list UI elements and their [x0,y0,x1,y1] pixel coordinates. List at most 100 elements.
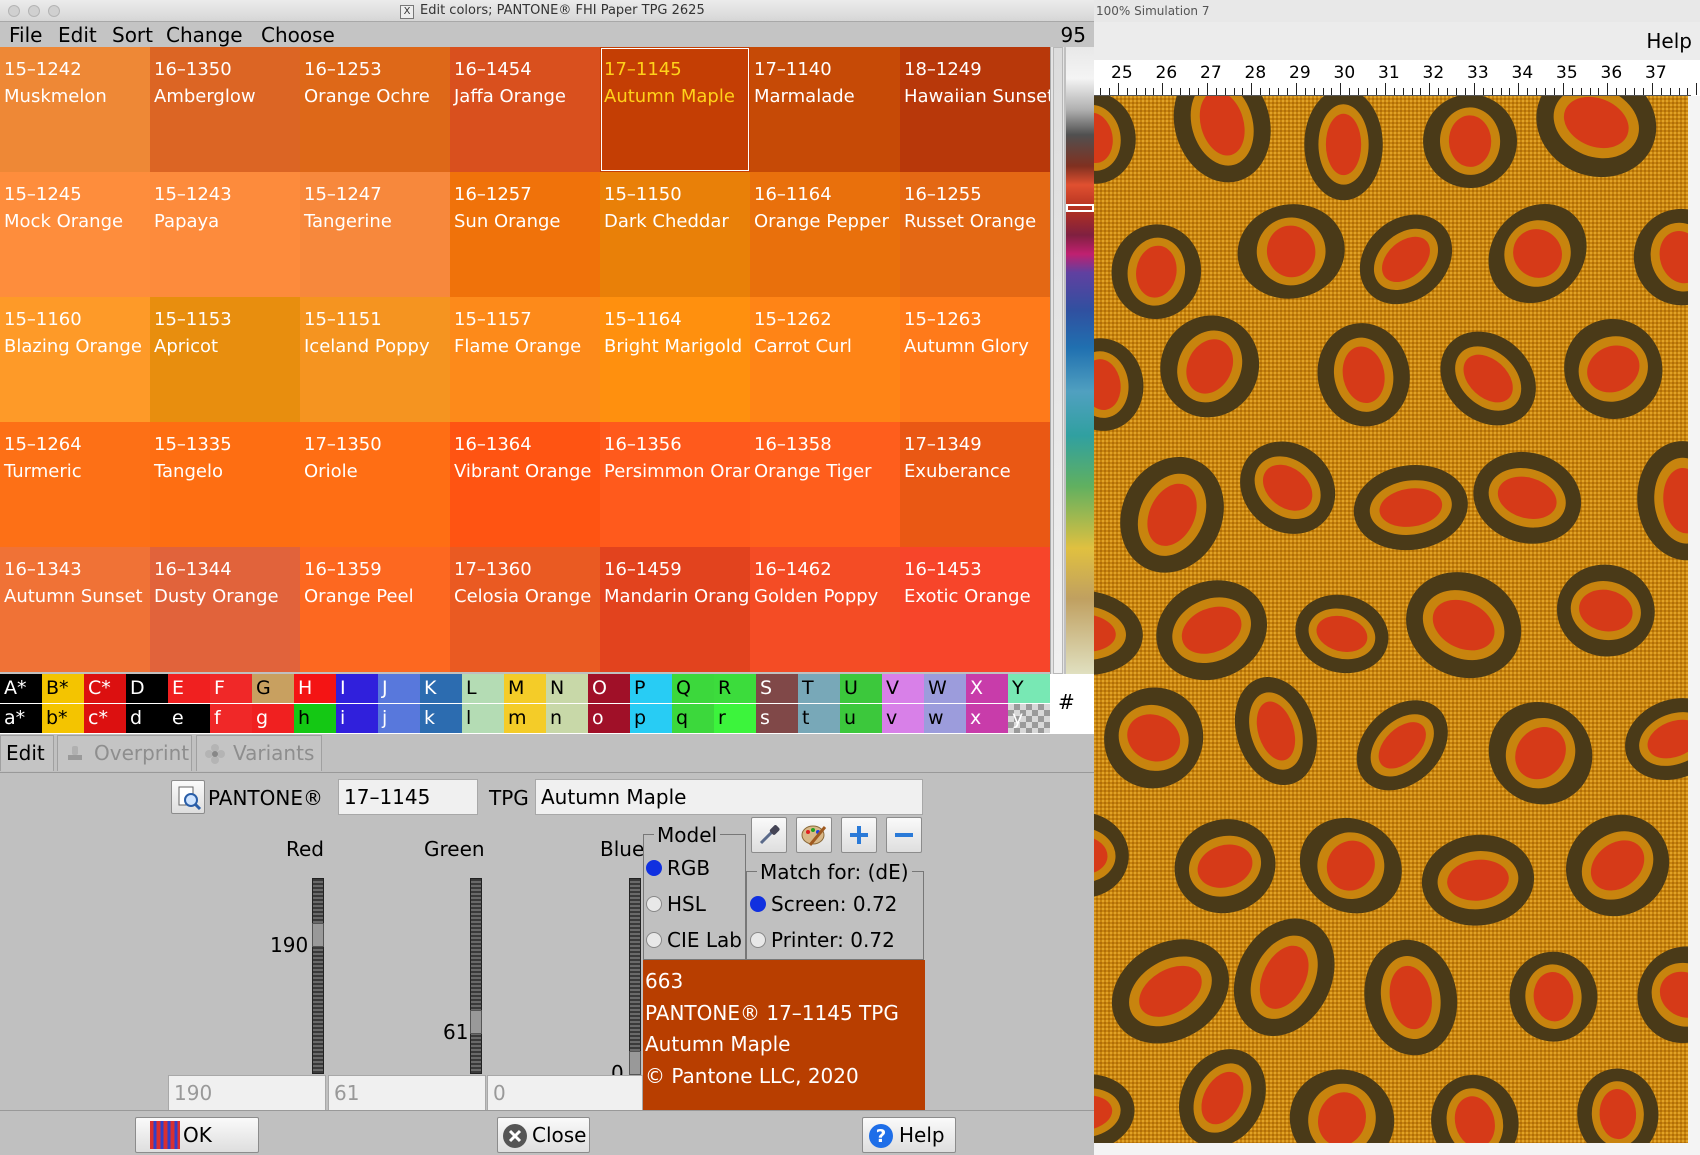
color-swatch[interactable]: 15–1157 Flame Orange [450,297,600,422]
blue-slider[interactable] [629,878,641,1075]
color-swatch[interactable]: 16–1359 Orange Peel [300,547,450,672]
swatch-scrollbar[interactable] [1050,47,1064,674]
color-swatch[interactable]: 16–1462 Golden Poppy [750,547,900,672]
blue-slider-knob[interactable] [629,1051,641,1075]
palette-cell[interactable]: g [252,704,294,733]
green-value-input[interactable]: 61 [328,1075,486,1111]
help-button[interactable]: ? Help [862,1117,956,1153]
palette-cell[interactable]: e [168,704,210,733]
palette-cell[interactable]: E [168,674,210,703]
color-swatch[interactable]: 18–1249 Hawaiian Sunset [900,47,1050,172]
color-swatch[interactable]: 16–1164 Orange Pepper [750,172,900,297]
color-swatch[interactable]: 16–1257 Sun Orange [450,172,600,297]
palette-cell[interactable]: L [462,674,504,703]
model-cielab-radio[interactable] [646,932,662,948]
palette-cell[interactable]: b* [42,704,84,733]
color-swatch[interactable]: 15–1263 Autumn Glory [900,297,1050,422]
palette-cell[interactable]: S [756,674,798,703]
add-color-button[interactable] [841,817,877,853]
color-swatch[interactable]: 16–1364 Vibrant Orange [450,422,600,547]
color-swatch[interactable]: 16–1454 Jaffa Orange [450,47,600,172]
palette-cell[interactable]: p [630,704,672,733]
color-swatch[interactable]: 15–1247 Tangerine [300,172,450,297]
tab-overprint[interactable]: Overprint [57,735,192,771]
match-printer-radio[interactable] [750,932,766,948]
palette-cell[interactable]: y [1008,704,1050,733]
menu-change[interactable]: Change [166,23,243,47]
color-overview-strip[interactable] [1066,47,1094,674]
color-swatch[interactable]: 16–1453 Exotic Orange [900,547,1050,672]
palette-cell[interactable]: x [966,704,1008,733]
palette-cell[interactable]: T [798,674,840,703]
close-button[interactable]: Close [497,1117,590,1153]
palette-cell[interactable]: D [126,674,168,703]
fabric-simulation[interactable] [1094,96,1688,1143]
tpg-name-input[interactable]: Autumn Maple [535,779,923,815]
palette-cell[interactable]: Q [672,674,714,703]
color-swatch[interactable]: 15–1243 Papaya [150,172,300,297]
eyedropper-button[interactable] [751,817,787,853]
palette-cell[interactable]: l [462,704,504,733]
palette-cell[interactable]: c* [84,704,126,733]
red-value-input[interactable]: 190 [168,1075,326,1111]
palette-cell[interactable]: W [924,674,966,703]
simulation-vertical-scrollbar[interactable] [1688,96,1700,1143]
color-swatch[interactable]: 15–1264 Turmeric [0,422,150,547]
palette-cell[interactable]: t [798,704,840,733]
remove-color-button[interactable] [886,817,922,853]
model-hsl-radio[interactable] [646,896,662,912]
red-slider[interactable] [312,878,324,1074]
ok-button[interactable]: OK [135,1117,259,1153]
palette-cell[interactable]: Y [1008,674,1050,703]
color-swatch[interactable]: 17–1360 Celosia Orange [450,547,600,672]
color-swatch[interactable]: 17–1349 Exuberance [900,422,1050,547]
menu-file[interactable]: File [9,23,42,47]
palette-cell[interactable]: K [420,674,462,703]
color-swatch[interactable]: 15–1242 Muskmelon [0,47,150,172]
palette-cell[interactable]: V [882,674,924,703]
simulation-horizontal-scrollbar[interactable] [1094,1143,1700,1155]
color-swatch[interactable]: 17–1140 Marmalade [750,47,900,172]
blue-value-input[interactable]: 0 [487,1075,643,1111]
menu-sort[interactable]: Sort [112,23,153,47]
tab-variants[interactable]: Variants [196,735,322,771]
palette-cell[interactable]: J [378,674,420,703]
palette-cell[interactable]: r [714,704,756,733]
green-slider[interactable] [470,878,482,1074]
palette-cell[interactable]: N [546,674,588,703]
palette-cell[interactable]: B* [42,674,84,703]
palette-cell[interactable]: X [966,674,1008,703]
palette-cell[interactable]: O [588,674,630,703]
color-swatch[interactable]: 15–1245 Mock Orange [0,172,150,297]
palette-cell[interactable]: o [588,704,630,733]
color-swatch[interactable]: 15–1153 Apricot [150,297,300,422]
menu-edit[interactable]: Edit [58,23,97,47]
tab-edit[interactable]: Edit [0,735,54,771]
palette-cell[interactable]: H [294,674,336,703]
palette-cell[interactable]: a* [0,704,42,733]
color-swatch[interactable]: 16–1358 Orange Tiger [750,422,900,547]
palette-cell[interactable]: u [840,704,882,733]
palette-hash[interactable]: # [1058,690,1075,714]
color-swatch[interactable]: 17–1350 Oriole [300,422,450,547]
simulation-help[interactable]: Help [1646,29,1692,53]
red-slider-knob[interactable] [312,923,324,947]
close-traffic-light[interactable] [8,5,20,17]
palette-cell[interactable]: s [756,704,798,733]
palette-cell[interactable]: h [294,704,336,733]
match-screen-radio[interactable] [750,896,766,912]
palette-cell[interactable]: P [630,674,672,703]
color-swatch[interactable]: 16–1350 Amberglow [150,47,300,172]
palette-cell[interactable]: C* [84,674,126,703]
color-picker-button[interactable] [796,817,832,853]
palette-cell[interactable]: A* [0,674,42,703]
palette-cell[interactable]: M [504,674,546,703]
palette-cell[interactable]: d [126,704,168,733]
color-swatch[interactable]: 16–1459 Mandarin Orange [600,547,750,672]
color-swatch[interactable]: 15–1151 Iceland Poppy [300,297,450,422]
color-swatch[interactable]: 15–1335 Tangelo [150,422,300,547]
pantone-code-input[interactable]: 17–1145 [338,779,478,815]
palette-cell[interactable]: n [546,704,588,733]
palette-cell[interactable]: w [924,704,966,733]
menu-choose[interactable]: Choose [261,23,335,47]
